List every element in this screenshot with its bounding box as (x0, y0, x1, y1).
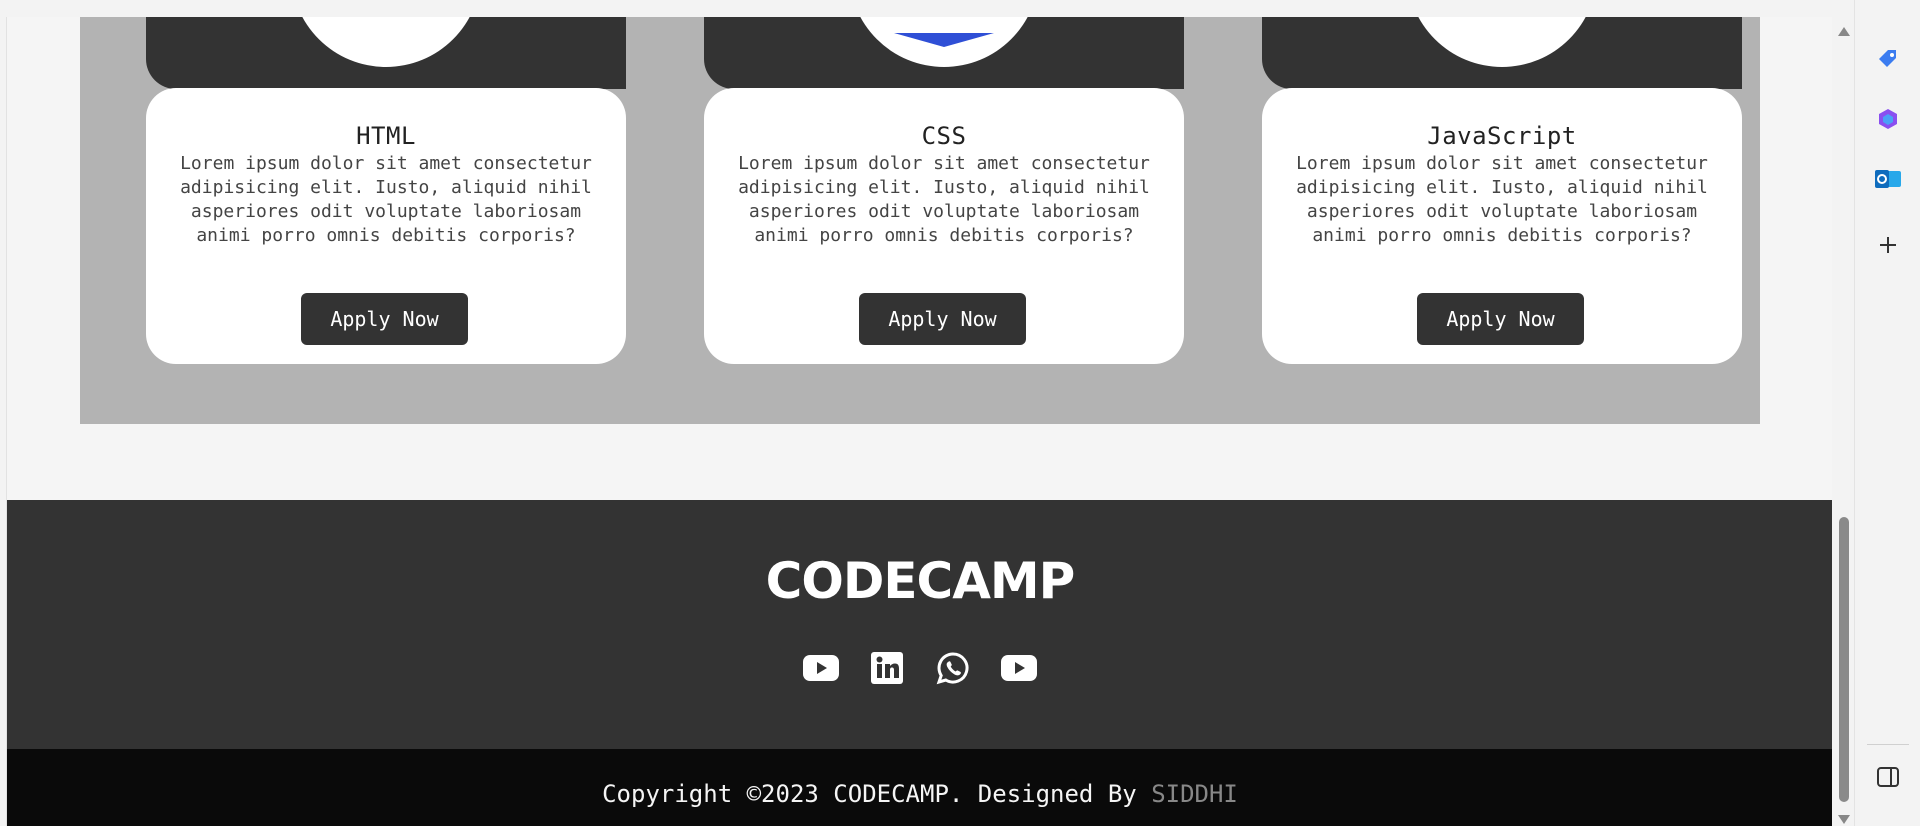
card-body: HTML Lorem ipsum dolor sit amet consecte… (146, 88, 626, 364)
social-links (7, 650, 1832, 686)
browser-edge-sidebar (1854, 0, 1920, 826)
footer-brand: CODECAMP (765, 552, 1076, 610)
card-description: Lorem ipsum dolor sit amet consectetur a… (180, 153, 592, 246)
outlook-icon[interactable] (1873, 164, 1903, 194)
card-title: JavaScript (1427, 122, 1577, 150)
youtube-icon[interactable] (803, 650, 839, 686)
apply-now-button[interactable]: Apply Now (301, 293, 468, 345)
copilot-icon[interactable] (1873, 104, 1903, 134)
course-card-css: CSS Lorem ipsum dolor sit amet consectet… (704, 17, 1184, 364)
copyright-bar: Copyright ©2023 CODECAMP. Designed By SI… (7, 749, 1832, 826)
page-scrollbar[interactable] (1832, 17, 1854, 826)
whatsapp-icon[interactable] (935, 650, 971, 686)
courses-section: HTML Lorem ipsum dolor sit amet consecte… (80, 17, 1760, 424)
course-card-javascript: JavaScript Lorem ipsum dolor sit amet co… (1262, 17, 1742, 364)
card-title: CSS (921, 122, 967, 150)
copyright-text: Copyright ©2023 CODECAMP. Designed By SI… (7, 780, 1832, 808)
scroll-down-arrow-icon[interactable] (1838, 815, 1850, 824)
card-body: JavaScript Lorem ipsum dolor sit amet co… (1262, 88, 1742, 364)
add-icon[interactable] (1873, 230, 1903, 260)
card-header (146, 17, 626, 89)
card-title: HTML (356, 122, 416, 150)
linkedin-icon[interactable] (869, 650, 905, 686)
scrollbar-thumb[interactable] (1839, 517, 1849, 802)
card-description: Lorem ipsum dolor sit amet consectetur a… (1296, 153, 1708, 246)
card-body: CSS Lorem ipsum dolor sit amet consectet… (704, 88, 1184, 364)
designer-link[interactable]: SIDDHI (1151, 780, 1238, 808)
site-footer: CODECAMP (7, 500, 1832, 749)
scroll-up-arrow-icon[interactable] (1838, 27, 1850, 36)
javascript-logo-icon (1407, 17, 1597, 67)
css-logo-icon (849, 17, 1039, 67)
card-header (1262, 17, 1742, 89)
browser-top-strip (0, 0, 1920, 17)
apply-now-button[interactable]: Apply Now (1417, 293, 1584, 345)
css-shield-shape (894, 33, 994, 47)
card-description: Lorem ipsum dolor sit amet consectetur a… (738, 153, 1150, 246)
course-card-html: HTML Lorem ipsum dolor sit amet consecte… (146, 17, 626, 364)
sidebar-divider (1867, 744, 1909, 745)
youtube-icon[interactable] (1001, 650, 1037, 686)
tag-icon[interactable] (1873, 44, 1903, 74)
html-logo-icon (291, 17, 481, 67)
card-header (704, 17, 1184, 89)
sidebar-toggle-icon[interactable] (1873, 762, 1903, 792)
page-viewport: HTML Lorem ipsum dolor sit amet consecte… (6, 17, 1832, 826)
copyright-label: Copyright ©2023 CODECAMP. Designed By (602, 780, 1137, 808)
apply-now-button[interactable]: Apply Now (859, 293, 1026, 345)
